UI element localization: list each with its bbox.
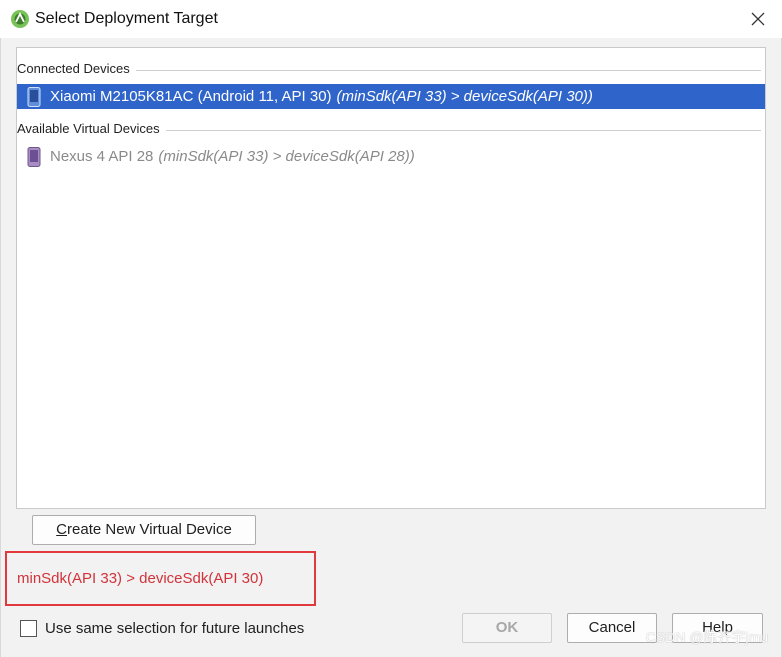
window-title: Select Deployment Target bbox=[35, 10, 218, 27]
same-selection-checkbox[interactable] bbox=[20, 620, 37, 637]
android-studio-icon bbox=[11, 10, 29, 28]
device-name: Nexus 4 API 28 bbox=[50, 148, 154, 165]
group-label: Available Virtual Devices bbox=[17, 121, 166, 136]
title-bar: Select Deployment Target bbox=[0, 0, 782, 38]
device-row-xiaomi[interactable]: Xiaomi M2105K81AC (Android 11, API 30) (m… bbox=[17, 84, 765, 109]
device-label: Nexus 4 API 28 (minSdk(API 33) > deviceSd… bbox=[50, 148, 415, 165]
device-sdk-warning: (minSdk(API 33) > deviceSdk(API 28)) bbox=[158, 148, 415, 165]
same-selection-label[interactable]: Use same selection for future launches bbox=[45, 620, 304, 637]
mnemonic-letter: C bbox=[56, 521, 68, 538]
group-label: Connected Devices bbox=[17, 61, 136, 76]
create-virtual-device-button[interactable]: Create New Virtual Device bbox=[32, 515, 256, 545]
group-header-virtual: Available Virtual Devices bbox=[17, 121, 765, 141]
button-label: reate New Virtual Device bbox=[67, 521, 232, 538]
error-message: minSdk(API 33) > deviceSdk(API 30) bbox=[17, 570, 264, 587]
close-icon[interactable] bbox=[746, 7, 770, 31]
phone-icon bbox=[27, 87, 41, 107]
device-row-nexus4[interactable]: Nexus 4 API 28 (minSdk(API 33) > deviceSd… bbox=[17, 144, 765, 169]
ok-button[interactable]: OK bbox=[462, 613, 552, 643]
device-list[interactable]: Connected Devices Xiaomi M2105K81AC (And… bbox=[16, 47, 766, 509]
device-name: Xiaomi M2105K81AC (Android 11, API 30) bbox=[50, 88, 332, 105]
group-header-connected: Connected Devices bbox=[17, 61, 765, 81]
device-sdk-warning: (minSdk(API 33) > deviceSdk(API 30)) bbox=[336, 88, 593, 105]
device-label: Xiaomi M2105K81AC (Android 11, API 30) (m… bbox=[50, 88, 593, 105]
phone-icon bbox=[27, 147, 41, 167]
watermark: CSDN @陈齐宇jmu bbox=[645, 629, 768, 645]
cancel-button[interactable]: Cancel bbox=[567, 613, 657, 643]
